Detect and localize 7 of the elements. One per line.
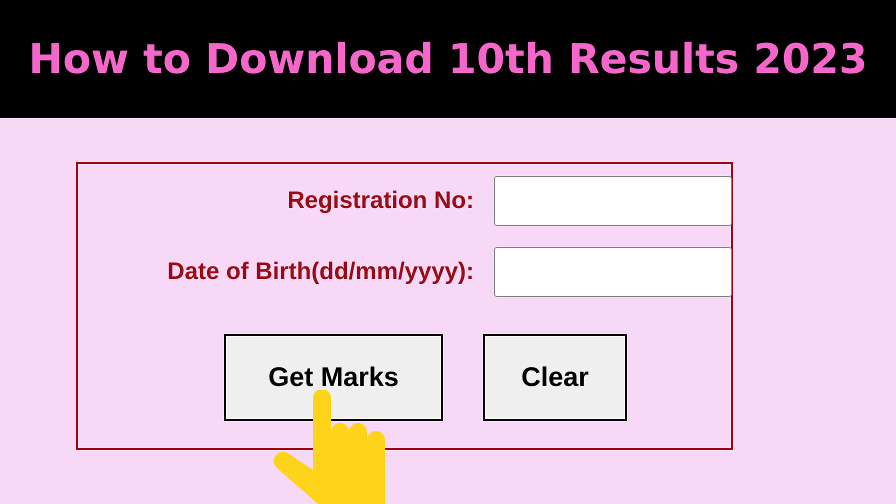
banner-title: How to Download 10th Results 2023 <box>28 35 868 83</box>
input-field[interactable] <box>494 247 732 297</box>
form-button[interactable]: Clear <box>483 334 627 421</box>
input-field[interactable] <box>494 176 732 226</box>
field-label: Date of Birth(dd/mm/yyyy): <box>167 258 474 286</box>
field-label: Registration No: <box>287 187 474 215</box>
form-button[interactable]: Get Marks <box>224 334 443 421</box>
